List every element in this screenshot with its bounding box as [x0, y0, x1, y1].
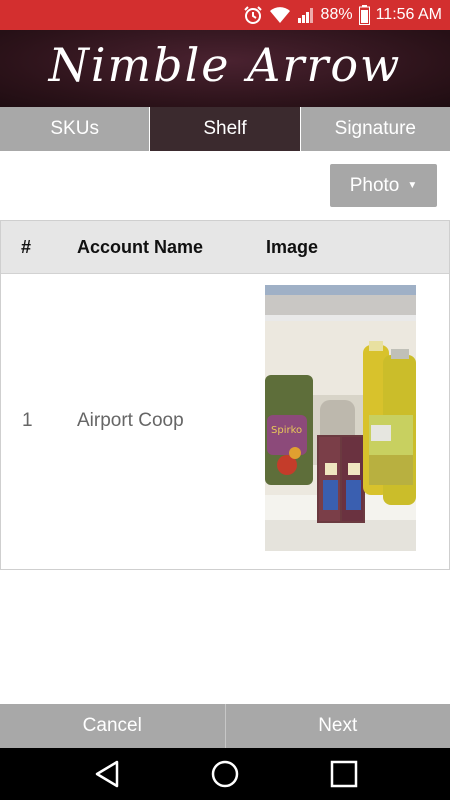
row-account-name: Airport Coop	[77, 410, 184, 431]
table-header: # Account Name Image	[1, 221, 449, 274]
battery-level: 88%	[320, 6, 353, 23]
back-icon[interactable]	[72, 748, 142, 800]
shelf-photo-thumbnail[interactable]: Spirko	[265, 285, 416, 551]
status-bar: 88% 11:56 AM	[0, 0, 450, 30]
status-time: 11:56 AM	[375, 6, 442, 23]
app-title: Nimble Arrow	[48, 38, 402, 92]
cancel-button[interactable]: Cancel	[0, 704, 225, 748]
photo-dropdown[interactable]: Photo ▼	[330, 164, 437, 207]
tab-shelf[interactable]: Shelf	[150, 107, 301, 151]
status-icons: 88% 11:56 AM	[243, 0, 442, 30]
system-navigation-bar	[0, 748, 450, 800]
shelf-table: # Account Name Image 1 Airport Coop Spir…	[0, 220, 450, 570]
column-header-image: Image	[266, 236, 319, 257]
recents-icon[interactable]	[309, 748, 379, 800]
row-number: 1	[22, 410, 33, 431]
signal-icon	[297, 6, 315, 24]
tab-signature[interactable]: Signature	[300, 107, 450, 151]
photo-dropdown-label: Photo	[349, 174, 400, 196]
home-icon[interactable]	[190, 748, 260, 800]
app-header: Nimble Arrow	[0, 30, 450, 107]
wifi-icon	[269, 6, 291, 24]
tab-skus[interactable]: SKUs	[0, 107, 151, 151]
next-button[interactable]: Next	[224, 704, 450, 748]
tab-bar: SKUs Shelf Signature	[0, 107, 450, 151]
svg-text:Spirko: Spirko	[271, 425, 302, 436]
battery-icon	[358, 5, 370, 25]
caret-down-icon: ▼	[407, 180, 418, 191]
alarm-icon	[243, 5, 263, 25]
bottom-action-bar: Cancel Next	[0, 704, 450, 748]
column-header-account-name: Account Name	[77, 236, 204, 257]
column-header-number: #	[21, 236, 32, 257]
